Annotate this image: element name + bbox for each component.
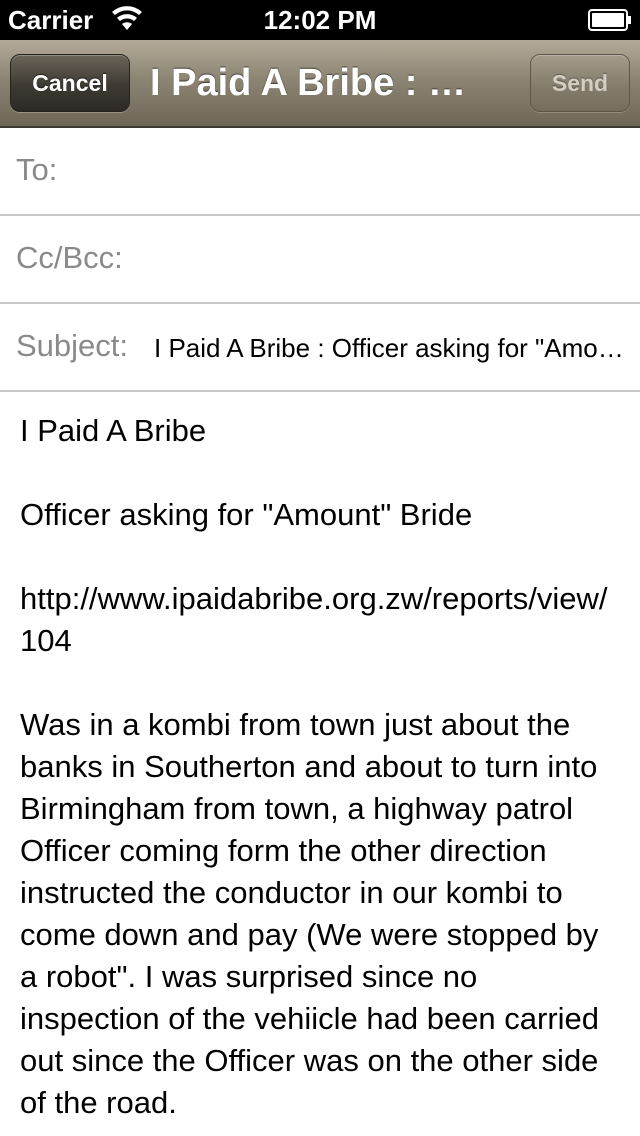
subject-label: Subject: [16, 328, 129, 363]
cc-bcc-label: Cc/Bcc: [16, 240, 123, 275]
body-heading: I Paid A Bribe [20, 413, 207, 448]
cancel-button[interactable]: Cancel [10, 54, 130, 112]
message-body[interactable]: I Paid A Bribe Officer asking for "Amoun… [20, 410, 620, 1136]
send-button[interactable]: Send [530, 54, 630, 112]
status-time: 12:02 PM [263, 5, 377, 35]
cc-bcc-field[interactable]: Cc/Bcc: [0, 216, 640, 304]
battery-icon [588, 9, 631, 31]
compose-title: I Paid A Bribe : Officer asking for "Amo… [150, 62, 490, 104]
to-label: To: [16, 152, 58, 187]
to-field[interactable]: To: [0, 128, 640, 216]
body-report-link[interactable]: http://www.ipaidabribe.org.zw/reports/vi… [20, 578, 620, 662]
status-bar: Carrier 12:02 PM [0, 0, 640, 40]
navigation-bar: Cancel I Paid A Bribe : Officer asking f… [0, 40, 640, 128]
body-report-text: Was in a kombi from town just about the … [20, 707, 600, 1120]
mail-compose-screen: Carrier 12:02 PM Cancel I Paid A Bribe :… [0, 0, 640, 1136]
body-report-title: Officer asking for "Amount" Bride [20, 497, 473, 532]
subject-field[interactable]: Subject: I Paid A Bribe : Officer asking… [0, 304, 640, 392]
subject-value[interactable]: I Paid A Bribe : Officer asking for "Amo… [154, 328, 624, 368]
